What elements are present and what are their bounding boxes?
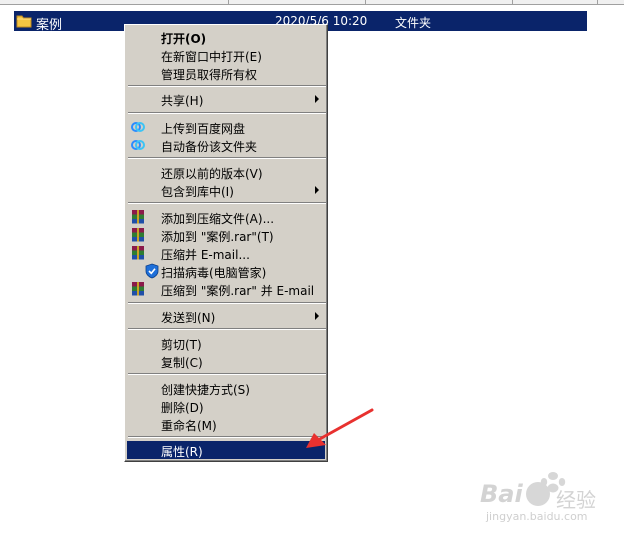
red-arrow-annotation	[306, 408, 374, 448]
menu-item-label: 还原以前的版本(V)	[161, 167, 263, 181]
menu-item-label: 添加到 "案例.rar"(T)	[161, 230, 274, 244]
baidu-netdisk-icon	[131, 140, 145, 150]
winrar-icon	[132, 210, 144, 224]
menu-item-label: 添加到压缩文件(A)...	[161, 212, 275, 226]
column-separator[interactable]	[228, 0, 229, 4]
watermark-brand-du	[526, 482, 550, 506]
menu-item-open[interactable]: 打开(O)	[127, 28, 325, 46]
folder-type: 文件夹	[395, 16, 432, 30]
column-separator[interactable]	[512, 0, 513, 4]
menu-item-label: 上传到百度网盘	[161, 122, 246, 136]
menu-item-add-to-archive[interactable]: 添加到压缩文件(A)...	[127, 208, 325, 226]
menu-item-label: 剪切(T)	[161, 338, 202, 352]
menu-separator	[128, 302, 326, 304]
menu-item-send-to[interactable]: 发送到(N)	[127, 307, 325, 325]
watermark-brand-suffix: 经验	[556, 488, 596, 512]
menu-item-include-in-library[interactable]: 包含到库中(I)	[127, 181, 325, 199]
submenu-arrow-icon	[315, 312, 319, 320]
menu-separator	[128, 373, 326, 375]
menu-item-label: 管理员取得所有权	[161, 68, 258, 82]
shield-icon	[145, 263, 159, 279]
menu-item-label: 发送到(N)	[161, 311, 216, 325]
menu-item-compress-rar-email[interactable]: 压缩到 "案例.rar" 并 E-mail	[127, 280, 325, 298]
menu-item-label: 重命名(M)	[161, 419, 217, 433]
menu-item-label: 共享(H)	[161, 94, 204, 108]
menu-item-label: 在新窗口中打开(E)	[161, 50, 262, 64]
menu-separator	[128, 328, 326, 330]
menu-item-label: 压缩并 E-mail...	[161, 248, 250, 262]
menu-item-label: 扫描病毒(电脑管家)	[161, 266, 267, 280]
column-header-strip	[0, 0, 624, 5]
column-separator[interactable]	[365, 0, 366, 4]
menu-item-auto-backup[interactable]: 自动备份该文件夹	[127, 136, 325, 154]
menu-separator	[128, 202, 326, 204]
watermark-brand: Bai	[480, 480, 523, 508]
folder-name: 案例	[36, 18, 63, 33]
menu-item-compress-email[interactable]: 压缩并 E-mail...	[127, 244, 325, 262]
menu-item-label: 属性(R)	[161, 445, 203, 459]
winrar-icon	[132, 228, 144, 242]
menu-item-cut[interactable]: 剪切(T)	[127, 334, 325, 352]
submenu-arrow-icon	[315, 186, 319, 194]
menu-item-label: 删除(D)	[161, 401, 204, 415]
menu-item-label: 包含到库中(I)	[161, 185, 234, 199]
submenu-arrow-icon	[315, 95, 319, 103]
menu-item-label: 打开(O)	[161, 32, 207, 46]
menu-item-open-new-window[interactable]: 在新窗口中打开(E)	[127, 46, 325, 64]
menu-item-copy[interactable]: 复制(C)	[127, 352, 325, 370]
folder-icon	[16, 15, 32, 28]
menu-item-restore-previous[interactable]: 还原以前的版本(V)	[127, 163, 325, 181]
menu-item-take-ownership[interactable]: 管理员取得所有权	[127, 64, 325, 82]
menu-separator	[128, 85, 326, 87]
winrar-icon	[132, 246, 144, 260]
menu-separator	[128, 112, 326, 114]
menu-item-add-to-rar[interactable]: 添加到 "案例.rar"(T)	[127, 226, 325, 244]
column-separator[interactable]	[597, 0, 598, 4]
menu-item-create-shortcut[interactable]: 创建快捷方式(S)	[127, 379, 325, 397]
menu-item-label: 复制(C)	[161, 356, 203, 370]
winrar-icon	[132, 282, 144, 296]
watermark-url: jingyan.baidu.com	[486, 510, 588, 523]
menu-item-label: 自动备份该文件夹	[161, 140, 258, 154]
menu-item-upload-baidu[interactable]: 上传到百度网盘	[127, 118, 325, 136]
context-menu: 打开(O) 在新窗口中打开(E) 管理员取得所有权 共享(H) 上传到百度网盘 …	[124, 24, 328, 462]
baidu-jingyan-watermark: Bai 经验 jingyan.baidu.com	[478, 470, 618, 528]
baidu-netdisk-icon	[131, 122, 145, 132]
menu-item-scan-virus[interactable]: 扫描病毒(电脑管家)	[127, 262, 325, 280]
menu-item-label: 压缩到 "案例.rar" 并 E-mail	[161, 284, 315, 298]
menu-item-share[interactable]: 共享(H)	[127, 90, 325, 108]
menu-separator	[128, 157, 326, 159]
menu-item-label: 创建快捷方式(S)	[161, 383, 250, 397]
